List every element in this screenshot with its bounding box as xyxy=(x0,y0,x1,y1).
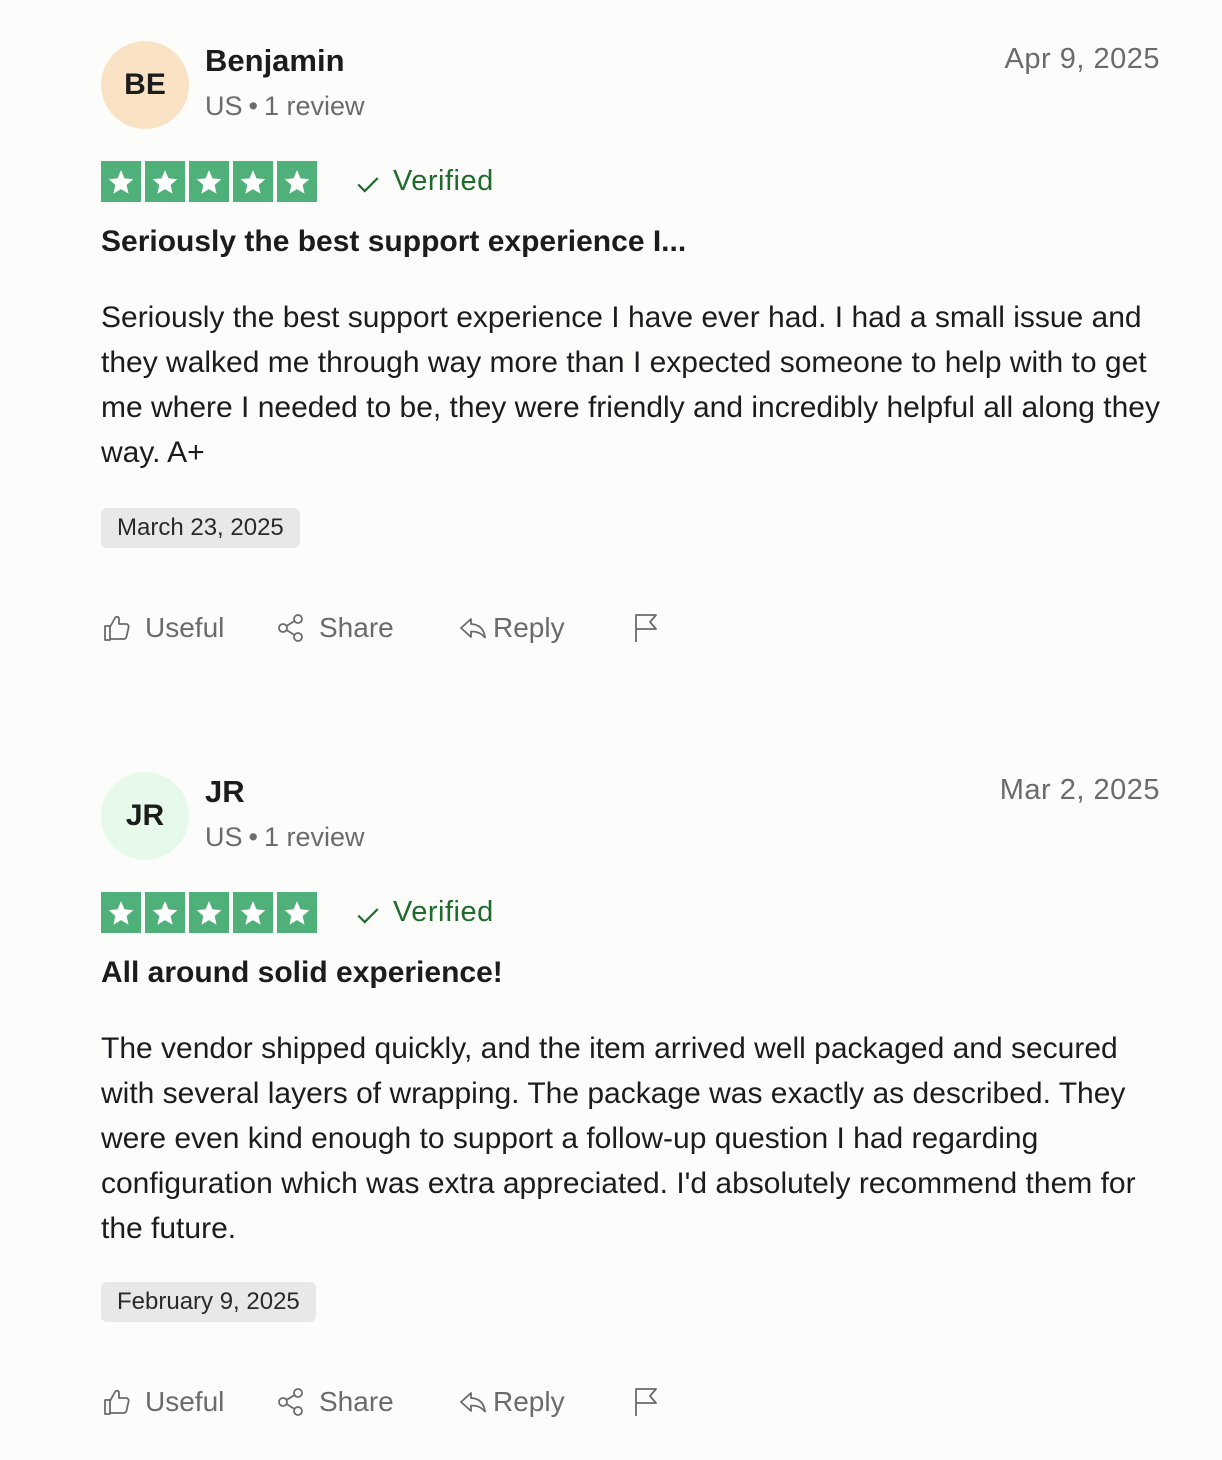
reviewer-name[interactable]: Benjamin xyxy=(205,43,345,79)
verified-badge[interactable]: Verified xyxy=(355,892,494,933)
avatar[interactable]: BE xyxy=(101,41,189,129)
verified-badge[interactable]: Verified xyxy=(355,161,494,202)
reply-button[interactable]: Reply xyxy=(457,606,565,650)
verified-label: Verified xyxy=(393,165,494,197)
reviewer-meta: US • 1 review xyxy=(205,822,365,853)
star-rating xyxy=(101,892,321,933)
experience-date-badge: February 9, 2025 xyxy=(101,1282,316,1322)
reply-button[interactable]: Reply xyxy=(457,1380,565,1424)
experience-date-badge: March 23, 2025 xyxy=(101,508,300,548)
review-actions: Useful Share Reply xyxy=(101,1380,701,1424)
review-body: Seriously the best support experience I … xyxy=(101,301,1160,469)
share-button[interactable]: Share xyxy=(275,606,394,650)
review-card: BE Benjamin US • 1 review Apr 9, 2025 Veri… xyxy=(101,41,1160,651)
separator-dot: • xyxy=(248,822,258,852)
useful-button[interactable]: Useful xyxy=(101,1380,224,1424)
review-body: The vendor shipped quickly, and the item… xyxy=(101,1032,1136,1245)
star-icon xyxy=(101,161,141,202)
share-label: Share xyxy=(319,612,394,643)
review-card: JR JR US • 1 review Mar 2, 2025 Verified A… xyxy=(101,772,1160,1432)
star-icon xyxy=(189,892,229,933)
reply-label: Reply xyxy=(493,612,565,643)
star-icon xyxy=(233,892,273,933)
share-label: Share xyxy=(319,1386,394,1417)
thumbs-up-icon xyxy=(104,1389,130,1415)
report-button[interactable] xyxy=(631,606,663,650)
reviewer-name[interactable]: JR xyxy=(205,774,245,810)
verified-label: Verified xyxy=(393,896,494,928)
star-icon xyxy=(145,161,185,202)
reviewer-meta: US • 1 review xyxy=(205,91,365,122)
reviewer-review-count: 1 review xyxy=(263,91,365,121)
reviewer-review-count: 1 review xyxy=(263,822,365,852)
share-button[interactable]: Share xyxy=(275,1380,394,1424)
useful-label: Useful xyxy=(145,612,225,643)
star-icon xyxy=(277,892,317,933)
review-title[interactable]: Seriously the best support experience I.… xyxy=(101,225,686,259)
reviewer-country: US xyxy=(205,91,243,121)
review-actions: Useful Share Reply xyxy=(101,606,701,650)
review-date: Mar 2, 2025 xyxy=(999,774,1160,806)
reply-icon xyxy=(460,1392,486,1413)
avatar[interactable]: JR xyxy=(101,772,189,860)
share-icon xyxy=(278,1388,303,1416)
star-rating xyxy=(101,161,321,202)
share-icon xyxy=(278,614,303,642)
check-icon xyxy=(357,176,379,193)
star-icon xyxy=(233,161,273,202)
reviewer-country: US xyxy=(205,822,243,852)
star-icon xyxy=(145,892,185,933)
reply-icon xyxy=(460,618,486,639)
reply-label: Reply xyxy=(493,1386,565,1417)
separator-dot: • xyxy=(248,91,258,121)
flag-icon xyxy=(635,1388,657,1416)
check-icon xyxy=(357,907,379,924)
review-date: Apr 9, 2025 xyxy=(1004,43,1160,75)
flag-icon xyxy=(635,614,657,642)
review-title[interactable]: All around solid experience! xyxy=(101,956,503,990)
report-button[interactable] xyxy=(631,1380,663,1424)
useful-label: Useful xyxy=(145,1386,225,1417)
star-icon xyxy=(277,161,317,202)
star-icon xyxy=(189,161,229,202)
useful-button[interactable]: Useful xyxy=(101,606,224,650)
thumbs-up-icon xyxy=(104,615,130,641)
star-icon xyxy=(101,892,141,933)
